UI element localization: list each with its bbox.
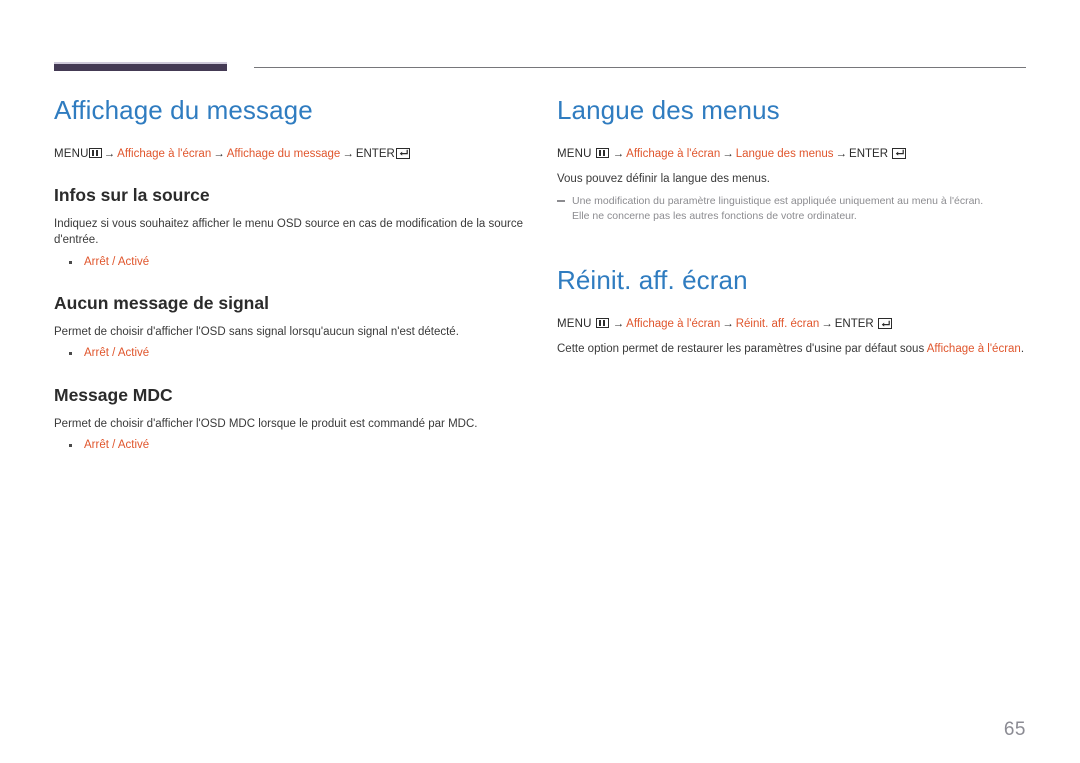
note-dash-icon xyxy=(557,200,565,202)
header-rule-line xyxy=(254,67,1026,68)
menu-label: MENU xyxy=(557,318,592,331)
arrow-icon: → xyxy=(835,147,848,160)
menu-grid-icon xyxy=(595,318,609,329)
arrow-icon: → xyxy=(612,318,625,331)
section-body-message-mdc: Permet de choisir d'afficher l'OSD MDC l… xyxy=(54,417,478,430)
menu-grid-icon xyxy=(88,147,102,158)
bullet-icon xyxy=(69,443,72,447)
section-heading-message-mdc: Message MDC xyxy=(54,384,173,405)
header-rule-block xyxy=(54,62,227,71)
note-line-1: Une modification du paramètre linguistiq… xyxy=(572,195,984,208)
list-item: Arrêt / Activé xyxy=(54,345,524,362)
option-values[interactable]: Arrêt / Activé xyxy=(84,439,149,451)
bullet-icon xyxy=(69,352,72,356)
page-title-affichage-du-message: Affichage du message xyxy=(54,95,313,125)
option-values[interactable]: Arrêt / Activé xyxy=(84,347,149,359)
page-number: 65 xyxy=(1003,719,1026,740)
body-link-affichage-a-lecran[interactable]: Affichage à l'écran xyxy=(927,343,1021,355)
section-body-infos-sur-la-source: Indiquez si vous souhaitez afficher le m… xyxy=(54,218,523,247)
breadcrumb-crumb-2[interactable]: Affichage du message xyxy=(227,148,341,160)
option-values[interactable]: Arrêt / Activé xyxy=(84,256,149,268)
body-text-part-1: Cette option permet de restaurer les par… xyxy=(557,343,927,356)
enter-label: ENTER xyxy=(355,147,395,160)
section-body-reinit-aff-ecran: Cette option permet de restaurer les par… xyxy=(557,341,1027,357)
bullet-icon xyxy=(69,260,72,264)
arrow-icon: → xyxy=(213,147,225,160)
arrow-icon: → xyxy=(722,147,734,160)
option-list-infos-sur-la-source: Arrêt / Activé xyxy=(54,254,524,271)
enter-return-icon xyxy=(395,147,410,159)
arrow-icon: → xyxy=(722,318,734,331)
note-langue-des-menus: Une modification du paramètre linguistiq… xyxy=(557,194,1027,224)
breadcrumb-crumb-1[interactable]: Affichage à l'écran xyxy=(626,318,720,330)
note-line-2: Elle ne concerne pas les autres fonction… xyxy=(572,210,857,223)
left-column: Affichage du message MENU → Affichage à l'… xyxy=(54,95,524,454)
enter-return-icon xyxy=(877,318,892,330)
breadcrumb-crumb-1[interactable]: Affichage à l'écran xyxy=(626,148,720,160)
list-item: Arrêt / Activé xyxy=(54,254,524,271)
section-heading-aucun-message-de-signal: Aucun message de signal xyxy=(54,293,269,314)
manual-page: Affichage du message MENU → Affichage à l'… xyxy=(0,0,1080,763)
menu-label: MENU xyxy=(54,147,89,160)
breadcrumb-langue-des-menus: MENU → Affichage à l'écran → Langue des menu… xyxy=(557,146,1027,163)
option-list-message-mdc: Arrêt / Activé xyxy=(54,437,524,454)
section-body-aucun-message-de-signal: Permet de choisir d'afficher l'OSD sans … xyxy=(54,326,459,339)
section-heading-infos-sur-la-source: Infos sur la source xyxy=(54,185,210,206)
option-list-aucun-message-de-signal: Arrêt / Activé xyxy=(54,345,524,362)
enter-label: ENTER xyxy=(834,318,874,331)
breadcrumb-reinit-aff-ecran: MENU → Affichage à l'écran → Réinit. aff. éc… xyxy=(557,316,1027,333)
page-title-reinit-aff-ecran: Réinit. aff. écran xyxy=(557,265,748,296)
page-title-langue-des-menus: Langue des menus xyxy=(557,95,780,125)
menu-grid-icon xyxy=(595,147,609,158)
header-rule xyxy=(54,62,1026,72)
list-item: Arrêt / Activé xyxy=(54,437,524,454)
section-body-langue-des-menus: Vous pouvez définir la langue des menus. xyxy=(557,173,770,186)
arrow-icon: → xyxy=(821,318,833,331)
breadcrumb-crumb-1[interactable]: Affichage à l'écran xyxy=(117,148,211,160)
breadcrumb-affichage-du-message: MENU → Affichage à l'écran → Affichage du me… xyxy=(54,146,524,163)
menu-label: MENU xyxy=(557,147,592,160)
right-column: Langue des menus MENU → Affichage à l'écra… xyxy=(557,95,1027,362)
enter-label: ENTER xyxy=(849,147,889,160)
breadcrumb-crumb-2[interactable]: Langue des menus xyxy=(736,148,834,160)
arrow-icon: → xyxy=(103,147,116,160)
arrow-icon: → xyxy=(342,147,354,160)
breadcrumb-crumb-2[interactable]: Réinit. aff. écran xyxy=(736,318,820,330)
arrow-icon: → xyxy=(612,147,625,160)
body-text-part-2: . xyxy=(1020,343,1025,356)
enter-return-icon xyxy=(892,147,907,159)
